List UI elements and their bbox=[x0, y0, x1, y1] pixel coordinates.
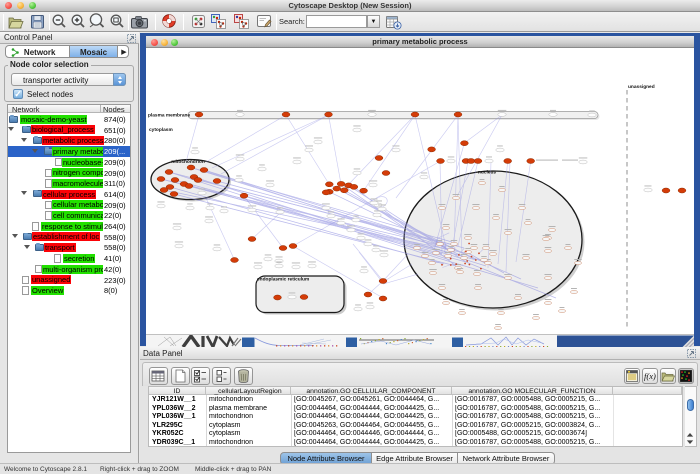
svg-text:endoplasmic reticulum: endoplasmic reticulum bbox=[257, 277, 309, 283]
svg-text:cytoplasm: cytoplasm bbox=[149, 127, 173, 133]
svg-text:unassigned: unassigned bbox=[628, 84, 655, 90]
svg-text:plasma membrane: plasma membrane bbox=[148, 112, 190, 118]
svg-text:mitochondrion: mitochondrion bbox=[171, 159, 205, 165]
svg-text:nucleus: nucleus bbox=[478, 170, 496, 176]
svg-text:f(x): f(x) bbox=[644, 371, 656, 381]
